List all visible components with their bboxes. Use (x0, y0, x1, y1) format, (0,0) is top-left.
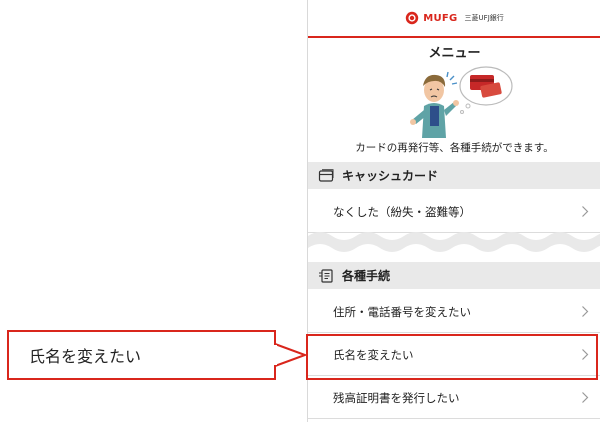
chevron-right-icon (582, 392, 589, 403)
chevron-right-icon (582, 206, 589, 217)
card-icon (318, 168, 334, 182)
callout-label: 氏名を変えたい (7, 330, 276, 380)
document-icon (319, 268, 333, 283)
chevron-right-icon (582, 306, 589, 317)
intro-text: カードの再発行等、各種手続ができます。 (355, 142, 554, 154)
callout-arrow (274, 343, 308, 367)
mufg-logo-icon (406, 11, 419, 25)
menu-item-label: 残高証明書を発行したい (333, 391, 460, 405)
page-title: メニュー (428, 46, 481, 61)
callout-text: 氏名を変えたい (29, 347, 142, 366)
menu-item-change-address[interactable]: 住所・電話番号を変えたい (308, 292, 600, 333)
worried-person-illustration (410, 66, 513, 138)
section-title: 各種手続 (342, 269, 391, 283)
highlight-frame (306, 334, 598, 380)
menu-item-balance-certificate[interactable]: 残高証明書を発行したい (308, 378, 600, 419)
bank-name: 三菱UFJ銀行 (464, 14, 504, 22)
section-title: キャッシュカード (342, 169, 439, 183)
brand-name: MUFG (423, 12, 458, 24)
menu-item-label: なくした（紛失・盗難等） (333, 205, 471, 219)
section-header-cash-card: キャッシュカード (308, 162, 600, 189)
app-header: MUFG 三菱UFJ銀行 (308, 0, 600, 38)
menu-item-label: 住所・電話番号を変えたい (333, 305, 471, 319)
section-header-procedures: 各種手続 (308, 262, 600, 289)
wavy-divider (308, 232, 600, 252)
